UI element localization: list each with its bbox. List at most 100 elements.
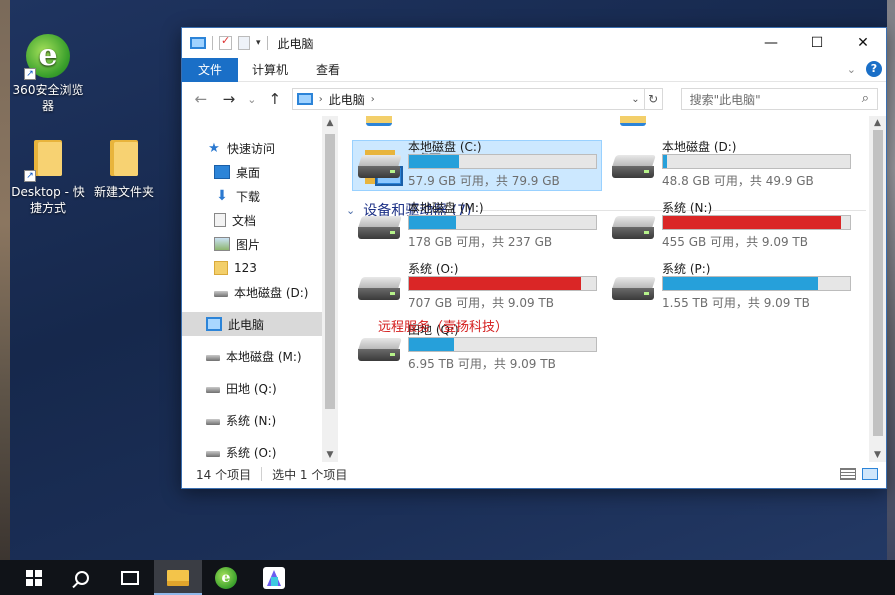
remote-service-watermark: 远程服务（壹扬科技） (378, 320, 509, 335)
refresh-button[interactable]: ↻ (644, 88, 663, 110)
minimize-button[interactable]: — (748, 28, 794, 58)
file-explorer-icon (167, 569, 189, 586)
chevron-down-icon: ⌄ (346, 203, 356, 217)
hard-drive-icon (358, 216, 402, 242)
hard-drive-icon (612, 155, 656, 181)
task-view-button[interactable] (106, 560, 154, 595)
window-title: 此电脑 (277, 36, 314, 51)
tab-view[interactable]: 查看 (302, 58, 354, 82)
picture-icon (214, 237, 230, 251)
drive-usage-bar (662, 154, 851, 169)
nav-item-desktop[interactable]: 桌面 📌︎ (182, 160, 338, 184)
nav-item-label: 本地磁盘 (D:) (234, 285, 309, 300)
nav-item-label: 系统 (O:) (226, 445, 277, 460)
nav-item-label: 此电脑 (228, 317, 265, 332)
ribbon-tabs: 文件 计算机 查看 ⌄ ? (182, 57, 886, 82)
nav-item-drive-d[interactable]: 本地磁盘 (D:) (182, 280, 338, 304)
content-scrollbar[interactable]: ▲ ▼ (869, 116, 886, 462)
help-icon[interactable]: ? (866, 61, 882, 77)
tab-computer[interactable]: 计算机 (238, 58, 302, 82)
nav-item-drive-q[interactable]: 田地 (Q:) (182, 376, 338, 400)
drive-name: 本地磁盘 (C:) (408, 140, 482, 154)
drive-usage-bar (408, 215, 597, 230)
address-dropdown-icon[interactable]: ⌄ (631, 94, 639, 105)
taskbar: e (0, 560, 895, 595)
address-bar[interactable]: › 此电脑 › ⌄ (291, 88, 645, 110)
hard-drive-icon (358, 155, 402, 181)
drive-tile[interactable]: 本地磁盘 (D:) 48.8 GB 可用，共 49.9 GB (612, 138, 862, 196)
drive-tile[interactable]: 系统 (N:) 455 GB 可用，共 9.09 TB (612, 199, 862, 257)
drive-usage-fill (663, 216, 841, 229)
breadcrumb-this-pc[interactable]: 此电脑 (329, 91, 365, 108)
nav-item-folder-123[interactable]: 123 (182, 256, 338, 280)
desktop-icon-desktop-shortcut[interactable]: ↗ Desktop - 快捷方式 (8, 136, 88, 216)
partial-folder-icon (620, 116, 650, 128)
breadcrumb-separator-icon[interactable]: › (371, 94, 375, 105)
drive-usage-fill (409, 277, 582, 290)
up-button[interactable]: ↑ (264, 90, 286, 108)
new-folder-icon[interactable] (238, 36, 250, 50)
tab-file[interactable]: 文件 (182, 57, 238, 82)
drive-tile[interactable]: 系统 (O:) 707 GB 可用，共 9.09 TB (358, 260, 608, 318)
details-view-icon[interactable] (840, 468, 856, 480)
close-button[interactable]: ✕ (840, 28, 886, 58)
drive-capacity: 57.9 GB 可用，共 79.9 GB (408, 174, 560, 188)
drive-name: 系统 (P:) (662, 262, 711, 276)
explorer-window: ▾ 此电脑 — ☐ ✕ 文件 计算机 查看 ⌄ ? ← → ⌄ ↑ › 此电脑 … (181, 27, 887, 489)
customize-dropdown-icon[interactable]: ▾ (256, 38, 261, 48)
task-view-icon (121, 570, 139, 585)
scroll-down-icon[interactable]: ▼ (322, 450, 338, 460)
nav-item-label: 桌面 (236, 165, 261, 180)
expand-ribbon-icon[interactable]: ⌄ (847, 63, 856, 76)
drive-icon (206, 355, 220, 361)
nav-item-this-pc[interactable]: 此电脑 (182, 312, 338, 336)
drive-tile[interactable]: 系统 (P:) 1.55 TB 可用，共 9.09 TB (612, 260, 862, 318)
drive-capacity: 48.8 GB 可用，共 49.9 GB (662, 174, 814, 188)
nav-item-pictures[interactable]: 图片 📌︎ (182, 232, 338, 256)
nav-item-quick-access[interactable]: ★ 快速访问 (182, 136, 338, 160)
hard-drive-icon (612, 216, 656, 242)
maximize-button[interactable]: ☐ (794, 28, 840, 58)
drive-usage-fill (409, 216, 456, 229)
desktop-icon (214, 165, 230, 179)
drive-usage-fill (663, 277, 819, 290)
drive-usage-bar (408, 337, 597, 352)
nav-item-drive-m[interactable]: 本地磁盘 (M:) (182, 344, 338, 368)
content-scrollbar-thumb[interactable] (873, 130, 883, 436)
scroll-up-icon[interactable]: ▲ (322, 118, 338, 128)
drive-usage-fill (663, 155, 667, 168)
scroll-up-icon[interactable]: ▲ (869, 118, 886, 128)
nav-item-drive-n[interactable]: 系统 (N:) (182, 408, 338, 432)
nav-item-label: 系统 (N:) (226, 413, 277, 428)
forward-button[interactable]: → (218, 90, 240, 108)
nav-item-documents[interactable]: 文档 📌︎ (182, 208, 338, 232)
drive-name: 本地磁盘 (M:) (408, 201, 484, 215)
scroll-down-icon[interactable]: ▼ (869, 450, 886, 460)
star-icon: ★ (208, 140, 220, 156)
taskbar-search-button[interactable] (58, 560, 106, 595)
search-icon: ⌕ (861, 91, 869, 106)
back-button[interactable]: ← (190, 90, 212, 108)
taskbar-360-browser[interactable]: e (202, 560, 250, 595)
drive-tile[interactable]: 本地磁盘 (M:) 178 GB 可用，共 237 GB (358, 199, 608, 257)
large-icons-view-icon[interactable] (862, 468, 878, 480)
browser-360-icon: e ↗ (24, 34, 70, 80)
desktop-icon-360-browser[interactable]: e ↗ 360安全浏览器 (8, 34, 88, 114)
taskbar-file-explorer[interactable] (154, 560, 202, 595)
drive-capacity: 178 GB 可用，共 237 GB (408, 235, 553, 249)
browser-360-icon: e (215, 566, 237, 589)
nav-scrollbar[interactable]: ▲ ▼ (322, 116, 338, 462)
properties-icon[interactable] (219, 34, 232, 50)
drive-tile[interactable]: 本地磁盘 (C:) 57.9 GB 可用，共 79.9 GB (358, 138, 608, 196)
search-input[interactable]: 搜索"此电脑" ⌕ (680, 88, 878, 110)
start-button[interactable] (10, 560, 58, 595)
search-placeholder: 搜索"此电脑" (689, 92, 761, 107)
taskbar-app[interactable] (250, 560, 298, 595)
drive-icon (206, 419, 220, 425)
shortcut-arrow-icon: ↗ (24, 170, 36, 182)
nav-scrollbar-thumb[interactable] (325, 134, 335, 409)
recent-locations-button[interactable]: ⌄ (246, 93, 258, 106)
nav-item-downloads[interactable]: ⬇ 下载 📌︎ (182, 184, 338, 208)
desktop-icon-new-folder[interactable]: 新建文件夹 (84, 136, 164, 200)
title-bar: ▾ 此电脑 — ☐ ✕ (182, 28, 886, 58)
